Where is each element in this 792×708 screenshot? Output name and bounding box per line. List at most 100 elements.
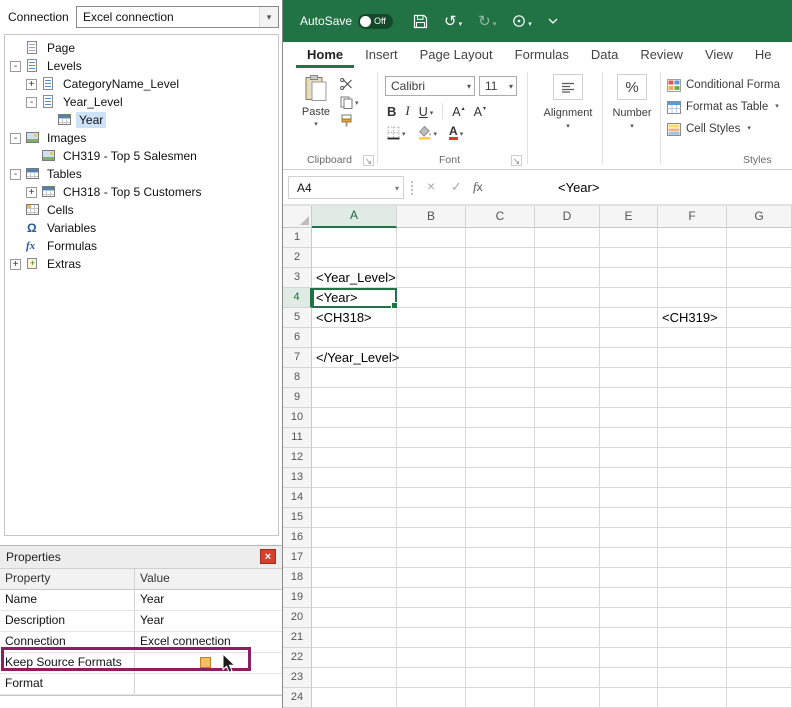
cell-C10[interactable] bbox=[466, 408, 535, 428]
cell-C16[interactable] bbox=[466, 528, 535, 548]
row-header-24[interactable]: 24 bbox=[283, 688, 312, 708]
formula-bar-resize-handle[interactable] bbox=[411, 181, 413, 195]
cell-E19[interactable] bbox=[600, 588, 658, 608]
row-header-21[interactable]: 21 bbox=[283, 628, 312, 648]
cell-G20[interactable] bbox=[727, 608, 792, 628]
row-header-7[interactable]: 7 bbox=[283, 348, 312, 368]
cell-D17[interactable] bbox=[535, 548, 600, 568]
cell-A2[interactable] bbox=[312, 248, 397, 268]
cell-G7[interactable] bbox=[727, 348, 792, 368]
cell-E6[interactable] bbox=[600, 328, 658, 348]
row-header-11[interactable]: 11 bbox=[283, 428, 312, 448]
cell-E5[interactable] bbox=[600, 308, 658, 328]
col-header-g[interactable]: G bbox=[727, 206, 792, 228]
cell-D10[interactable] bbox=[535, 408, 600, 428]
col-header-d[interactable]: D bbox=[535, 206, 600, 228]
tree-item-variables[interactable]: Variables bbox=[5, 219, 278, 237]
cell-C17[interactable] bbox=[466, 548, 535, 568]
cell-B12[interactable] bbox=[397, 448, 466, 468]
cell-E7[interactable] bbox=[600, 348, 658, 368]
cell-B5[interactable] bbox=[397, 308, 466, 328]
cell-styles-button[interactable]: Cell Styles ▾ bbox=[667, 118, 780, 140]
cell-G17[interactable] bbox=[727, 548, 792, 568]
alignment-group-button[interactable]: Alignment ▾ bbox=[535, 74, 601, 130]
row-header-12[interactable]: 12 bbox=[283, 448, 312, 468]
chevron-down-icon[interactable]: ▾ bbox=[509, 82, 513, 91]
cell-E23[interactable] bbox=[600, 668, 658, 688]
cell-D8[interactable] bbox=[535, 368, 600, 388]
tab-view[interactable]: View bbox=[694, 42, 744, 68]
cell-C14[interactable] bbox=[466, 488, 535, 508]
tree-item-images[interactable]: -Images bbox=[5, 129, 278, 147]
col-header-b[interactable]: B bbox=[397, 206, 466, 228]
italic-button[interactable]: I bbox=[405, 103, 409, 119]
cell-D20[interactable] bbox=[535, 608, 600, 628]
tab-formulas[interactable]: Formulas bbox=[504, 42, 580, 68]
property-value-cell[interactable] bbox=[135, 653, 282, 673]
row-header-8[interactable]: 8 bbox=[283, 368, 312, 388]
bold-button[interactable]: B bbox=[387, 104, 396, 119]
pen-mode-button[interactable]: ▾ bbox=[512, 14, 532, 28]
col-header-e[interactable]: E bbox=[600, 206, 658, 228]
cell-B23[interactable] bbox=[397, 668, 466, 688]
insert-function-icon[interactable]: fx bbox=[473, 179, 483, 195]
underline-button[interactable]: U▾ bbox=[419, 105, 434, 119]
cell-D22[interactable] bbox=[535, 648, 600, 668]
cell-B7[interactable] bbox=[397, 348, 466, 368]
tab-page-layout[interactable]: Page Layout bbox=[409, 42, 504, 68]
cell-B6[interactable] bbox=[397, 328, 466, 348]
cell-D11[interactable] bbox=[535, 428, 600, 448]
cell-D2[interactable] bbox=[535, 248, 600, 268]
font-size-combobox[interactable]: 11 ▾ bbox=[479, 76, 517, 96]
cell-D13[interactable] bbox=[535, 468, 600, 488]
cell-B4[interactable] bbox=[397, 288, 466, 308]
cell-F18[interactable] bbox=[658, 568, 727, 588]
property-row-description[interactable]: DescriptionYear bbox=[0, 611, 282, 632]
cell-C1[interactable] bbox=[466, 228, 535, 248]
cell-C21[interactable] bbox=[466, 628, 535, 648]
row-header-2[interactable]: 2 bbox=[283, 248, 312, 268]
tree-expand-icon[interactable]: + bbox=[26, 187, 37, 198]
cell-D24[interactable] bbox=[535, 688, 600, 708]
save-button[interactable] bbox=[413, 14, 428, 29]
cell-B2[interactable] bbox=[397, 248, 466, 268]
autosave-control[interactable]: AutoSave Off bbox=[300, 14, 393, 29]
cell-E14[interactable] bbox=[600, 488, 658, 508]
cell-G3[interactable] bbox=[727, 268, 792, 288]
row-header-9[interactable]: 9 bbox=[283, 388, 312, 408]
cell-A10[interactable] bbox=[312, 408, 397, 428]
cell-D12[interactable] bbox=[535, 448, 600, 468]
tree-collapse-icon[interactable]: - bbox=[10, 61, 21, 72]
tree-item-year[interactable]: Year bbox=[5, 111, 278, 129]
cell-F10[interactable] bbox=[658, 408, 727, 428]
cell-E10[interactable] bbox=[600, 408, 658, 428]
cell-A11[interactable] bbox=[312, 428, 397, 448]
cell-A14[interactable] bbox=[312, 488, 397, 508]
cell-B10[interactable] bbox=[397, 408, 466, 428]
cell-E17[interactable] bbox=[600, 548, 658, 568]
cell-G1[interactable] bbox=[727, 228, 792, 248]
cell-G24[interactable] bbox=[727, 688, 792, 708]
cell-E16[interactable] bbox=[600, 528, 658, 548]
decrease-font-size-button[interactable]: A▾ bbox=[474, 105, 486, 119]
cell-D18[interactable] bbox=[535, 568, 600, 588]
tree-collapse-icon[interactable]: - bbox=[10, 169, 21, 180]
fill-color-chevron-icon[interactable]: ▾ bbox=[434, 130, 438, 138]
cell-A16[interactable] bbox=[312, 528, 397, 548]
connection-combobox[interactable]: Excel connection ▾ bbox=[76, 6, 279, 28]
tree-expand-icon[interactable]: + bbox=[26, 79, 37, 90]
row-header-20[interactable]: 20 bbox=[283, 608, 312, 628]
cell-F24[interactable] bbox=[658, 688, 727, 708]
cell-C5[interactable] bbox=[466, 308, 535, 328]
cell-G15[interactable] bbox=[727, 508, 792, 528]
cell-G6[interactable] bbox=[727, 328, 792, 348]
tree-item-levels[interactable]: -Levels bbox=[5, 57, 278, 75]
cell-E13[interactable] bbox=[600, 468, 658, 488]
cell-C8[interactable] bbox=[466, 368, 535, 388]
cell-G4[interactable] bbox=[727, 288, 792, 308]
cell-C13[interactable] bbox=[466, 468, 535, 488]
autosave-toggle[interactable]: Off bbox=[358, 14, 393, 29]
col-header-f[interactable]: F bbox=[658, 206, 727, 228]
cell-G16[interactable] bbox=[727, 528, 792, 548]
property-row-format[interactable]: Format bbox=[0, 674, 282, 695]
